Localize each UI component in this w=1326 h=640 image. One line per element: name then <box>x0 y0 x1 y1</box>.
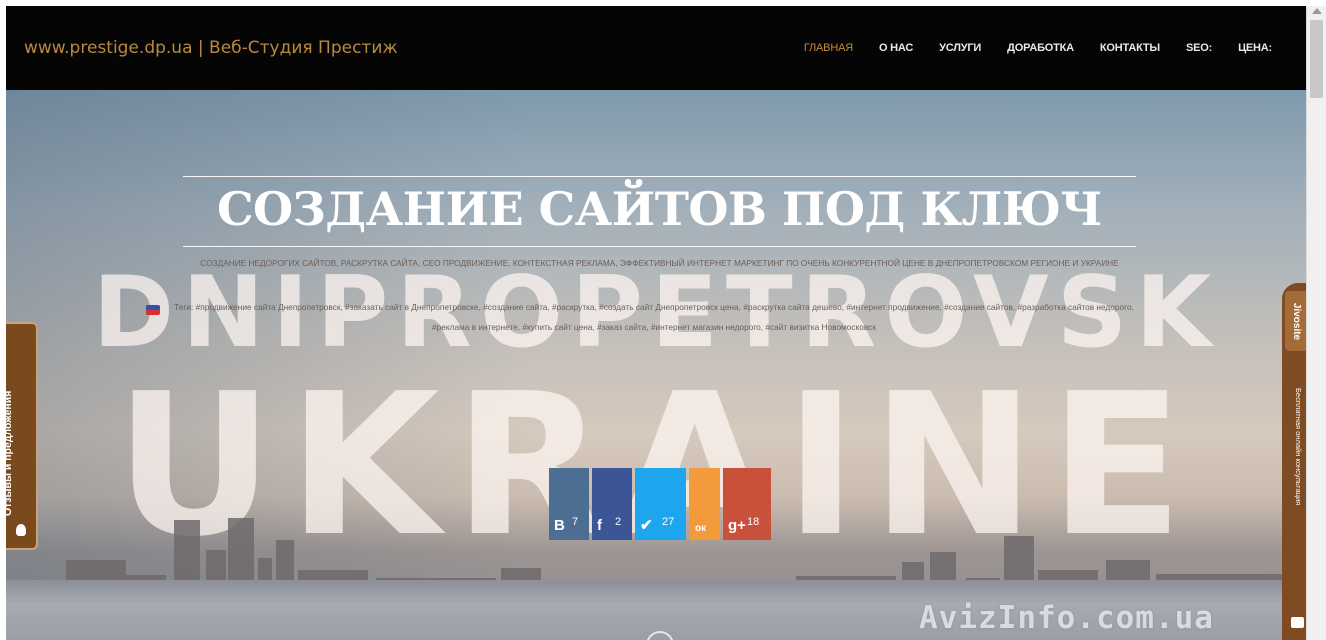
share-vk-button[interactable]: В 7 <box>549 468 589 540</box>
hero-section: DNIPROPETROVSK UKRAINE СОЗДАНИЕ САЙТОВ П… <box>6 90 1306 640</box>
menu-item-services[interactable]: УСЛУГИ <box>939 42 981 54</box>
site-title-link[interactable]: www.prestige.dp.ua | Веб-Студия Престиж <box>24 38 398 58</box>
social-share-bar: В 7 f 2 ✔ 27 ок g+ 18 <box>549 468 771 540</box>
share-count: 18 <box>747 516 760 528</box>
page-scrollbar[interactable] <box>1306 6 1326 640</box>
headline-top-rule <box>183 176 1136 177</box>
feedback-tab-label: Отзывы и предложения <box>6 390 14 516</box>
facebook-icon: f <box>597 517 602 534</box>
feedback-side-tab[interactable]: Отзывы и предложения <box>6 322 38 550</box>
hero-subline: СОЗДАНИЕ НЕДОРОГИХ САЙТОВ, РАСКРУТКА САЙ… <box>200 258 1119 268</box>
vk-icon: В <box>554 517 565 534</box>
menu-item-price[interactable]: ЦЕНА: <box>1238 42 1272 54</box>
scrollbar-thumb[interactable] <box>1310 20 1323 98</box>
chat-bubble-icon <box>1291 617 1304 628</box>
menu-item-home[interactable]: ГЛАВНАЯ <box>804 42 853 54</box>
menu-item-about[interactable]: О НАС <box>879 42 913 54</box>
google-plus-icon: g+ <box>728 517 746 534</box>
menu-item-improvements[interactable]: ДОРАБОТКА <box>1007 42 1074 54</box>
browser-viewport: www.prestige.dp.ua | Веб-Студия Престиж … <box>6 6 1306 640</box>
twitter-icon: ✔ <box>640 517 653 534</box>
menu-item-seo[interactable]: SEO: <box>1186 42 1212 54</box>
share-facebook-button[interactable]: f 2 <box>592 468 632 540</box>
main-menu: ГЛАВНАЯ О НАС УСЛУГИ ДОРАБОТКА КОНТАКТЫ … <box>778 6 1272 90</box>
share-odnoklassniki-button[interactable]: ок <box>689 468 720 540</box>
share-count: 2 <box>615 516 622 528</box>
consult-tab-label: Бесплатная онлайн консультация <box>1294 388 1303 506</box>
tags-text: Теги: #продвижение сайта Днепропетровск,… <box>174 302 1134 332</box>
online-consult-side-tab[interactable]: Jivosite Бесплатная онлайн консультация <box>1282 283 1306 640</box>
top-navbar: www.prestige.dp.ua | Веб-Студия Престиж … <box>6 6 1306 90</box>
odnoklassniki-icon: ок <box>695 523 707 534</box>
scroll-up-arrow-icon[interactable] <box>1312 8 1322 14</box>
lightbulb-icon <box>16 524 26 536</box>
jivosite-logo-text: Jivosite <box>1291 302 1303 340</box>
page-headline: СОЗДАНИЕ САЙТОВ ПОД КЛЮЧ <box>216 182 1103 236</box>
jivosite-logo: Jivosite <box>1285 291 1306 351</box>
site-watermark: AvizInfo.com.ua <box>919 600 1214 636</box>
tags-block: Теги: #продвижение сайта Днепропетровск,… <box>144 297 1144 337</box>
share-google-plus-button[interactable]: g+ 18 <box>723 468 771 540</box>
share-twitter-button[interactable]: ✔ 27 <box>635 468 686 540</box>
share-count: 27 <box>662 516 675 528</box>
share-count: 7 <box>572 516 579 528</box>
headline-bottom-rule <box>183 246 1136 247</box>
menu-item-contacts[interactable]: КОНТАКТЫ <box>1100 42 1160 54</box>
